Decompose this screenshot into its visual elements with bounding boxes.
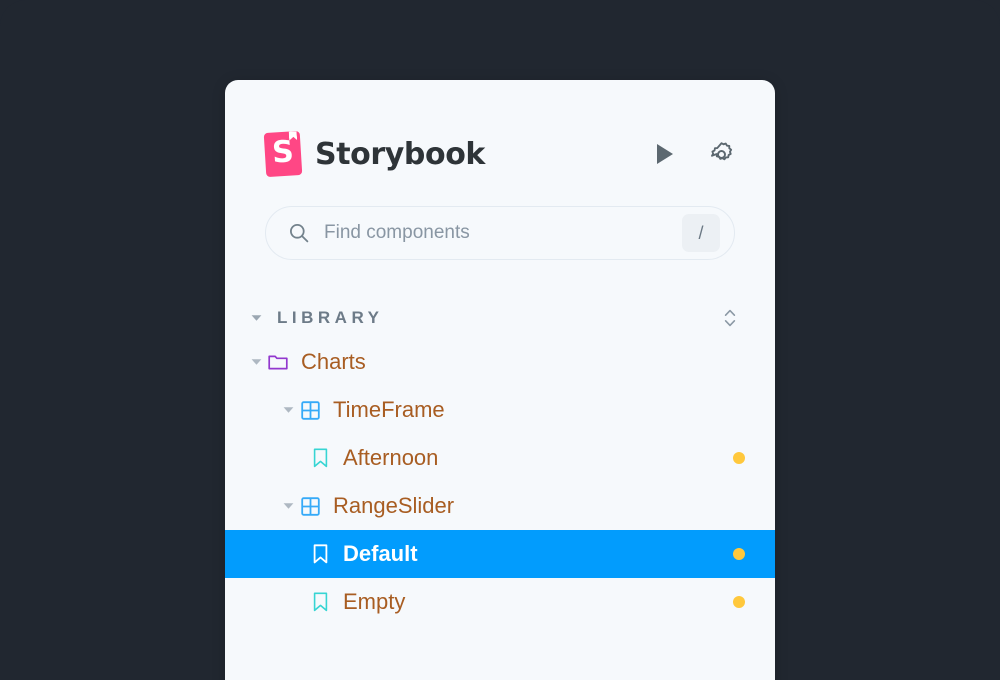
folder-icon	[267, 351, 289, 373]
tree-node-label: Afternoon	[343, 445, 439, 470]
brand-name: Storybook	[315, 136, 485, 172]
tree-node-label: Charts	[301, 349, 366, 374]
gear-icon[interactable]	[707, 140, 735, 168]
brand-home-link[interactable]: S Storybook	[263, 130, 651, 178]
chevron-down-icon	[245, 314, 267, 322]
play-icon[interactable]	[651, 140, 679, 168]
tree-node-story-default[interactable]: Default	[225, 530, 775, 578]
search-icon	[288, 222, 310, 244]
sidebar-section-title: LIBRARY	[277, 308, 384, 327]
story-bookmark-icon	[309, 543, 331, 565]
tree-node-label: TimeFrame	[333, 397, 445, 422]
status-badge	[733, 596, 745, 608]
storybook-logo-icon: S	[263, 130, 303, 178]
component-tree: LIBRARY Charts TimeFrame Afternoon Range…	[225, 298, 775, 626]
tree-node-label: Empty	[343, 589, 406, 614]
chevron-up-down-icon[interactable]	[719, 305, 741, 331]
storybook-sidebar-panel: S Storybook Find components / LIBRARY Ch…	[225, 80, 775, 680]
chevron-down-icon[interactable]	[245, 358, 267, 366]
component-grid-icon	[299, 495, 321, 517]
status-badge	[733, 548, 745, 560]
sidebar-section-library[interactable]: LIBRARY	[225, 298, 775, 338]
component-grid-icon	[299, 399, 321, 421]
tree-node-folder-charts[interactable]: Charts	[225, 338, 775, 386]
chevron-down-icon[interactable]	[277, 502, 299, 510]
tree-node-component-timeframe[interactable]: TimeFrame	[225, 386, 775, 434]
search-field[interactable]: /	[265, 206, 735, 260]
tree-node-component-rangeslider[interactable]: RangeSlider	[225, 482, 775, 530]
chevron-down-icon[interactable]	[277, 406, 299, 414]
search-area: /	[225, 188, 775, 260]
tree-node-story-afternoon[interactable]: Afternoon	[225, 434, 775, 482]
sidebar-header: S Storybook	[225, 120, 775, 188]
story-bookmark-icon	[309, 591, 331, 613]
search-shortcut-badge: /	[682, 214, 720, 252]
status-badge	[733, 452, 745, 464]
tree-node-story-empty[interactable]: Empty	[225, 578, 775, 626]
search-input[interactable]	[324, 222, 668, 244]
tree-node-label: Default	[343, 541, 418, 566]
story-bookmark-icon	[309, 447, 331, 469]
tree-node-label: RangeSlider	[333, 493, 455, 518]
header-actions	[651, 140, 735, 168]
